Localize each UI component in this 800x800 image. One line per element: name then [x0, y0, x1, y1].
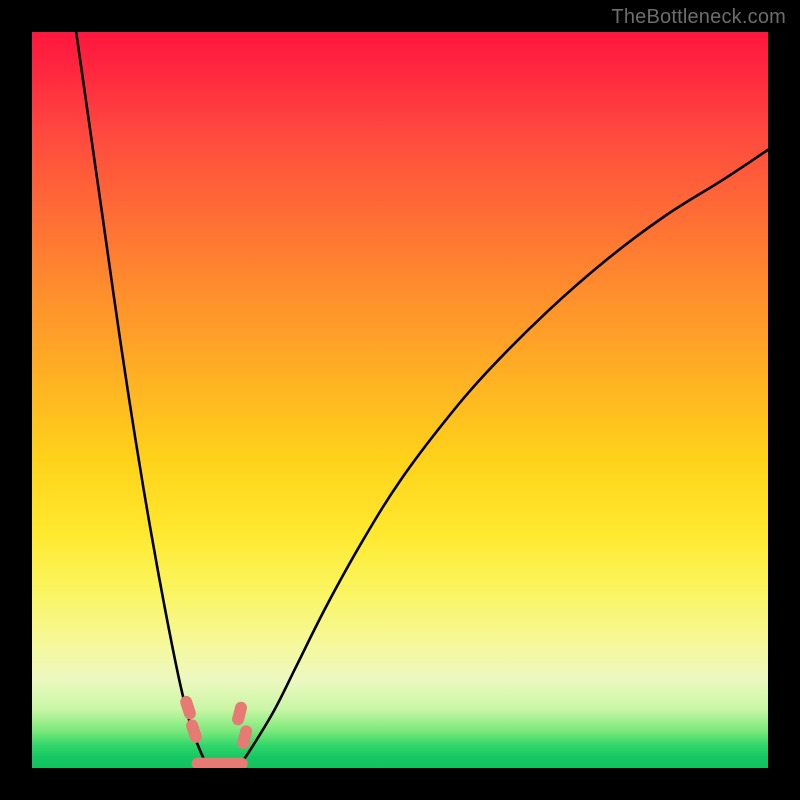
bottleneck-curve-left-branch — [76, 32, 208, 768]
marker-right-bottom — [236, 724, 253, 750]
watermark-text: TheBottleneck.com — [611, 6, 786, 29]
curve-layer — [32, 32, 768, 768]
marker-right-top — [231, 700, 248, 726]
bottleneck-curve-right-branch — [238, 150, 768, 768]
marker-left-top — [179, 694, 198, 721]
chart-frame: TheBottleneck.com — [0, 0, 800, 800]
marker-left-bottom — [185, 718, 204, 745]
plot-area — [32, 32, 768, 768]
